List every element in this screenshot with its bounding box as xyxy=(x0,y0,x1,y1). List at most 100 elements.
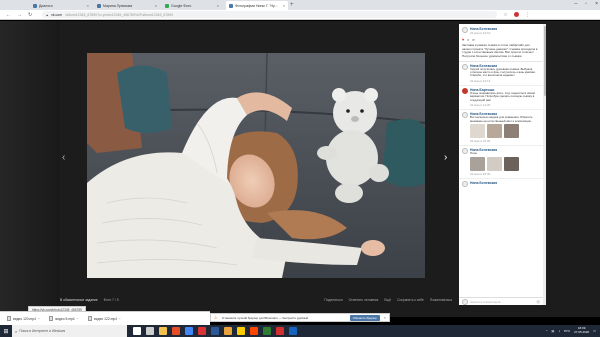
comment-attachments xyxy=(470,156,540,171)
taskbar-app-icon[interactable] xyxy=(185,327,193,335)
comment-input-placeholder[interactable]: Написать комментарий... xyxy=(470,300,535,304)
panel-scrollbar[interactable] xyxy=(543,24,546,305)
back-icon[interactable]: ← xyxy=(6,12,11,18)
taskbar-app-icon[interactable] xyxy=(250,327,258,335)
chevron-up-icon[interactable]: ^ xyxy=(77,317,78,321)
forward-icon[interactable]: → xyxy=(17,12,22,18)
post-header: Нина Белевская 22 мая в 13:10 xyxy=(459,24,543,37)
comment-time: 22 мая в 15:02 xyxy=(470,139,491,144)
tab-close-icon[interactable]: × xyxy=(87,3,89,8)
attachment-thumbnail[interactable] xyxy=(470,156,485,171)
tab-favicon-icon xyxy=(165,3,169,8)
comment-text: Позы xyxy=(470,151,477,156)
new-tab-icon[interactable]: + xyxy=(290,2,294,8)
next-photo-icon[interactable]: › xyxy=(444,152,447,163)
download-item[interactable]: видео 122.mp4 ^ xyxy=(85,315,123,322)
heart-icon[interactable]: ♥ xyxy=(462,37,464,42)
close-icon[interactable]: × xyxy=(384,315,386,320)
comment: Нина Белевская Позы 22 мая в 15:30 xyxy=(459,146,543,179)
browser-tab[interactable]: Марина Лунихова × xyxy=(94,1,160,10)
start-button[interactable]: ⊞ xyxy=(0,325,12,337)
taskbar-app-icon[interactable] xyxy=(263,327,271,335)
avatar[interactable] xyxy=(462,112,468,119)
avatar[interactable] xyxy=(462,63,468,70)
taskbar-app-icon[interactable] xyxy=(224,327,232,335)
taskbar-app-icon[interactable] xyxy=(159,327,167,335)
attachment-thumbnail[interactable] xyxy=(504,124,519,139)
browser-tab[interactable]: Диалоги × xyxy=(30,1,92,10)
taskbar-app-icon[interactable] xyxy=(172,327,180,335)
download-item[interactable]: видео 5.mp4 ^ xyxy=(46,315,81,322)
language-indicator[interactable]: РУС xyxy=(564,329,570,333)
close-icon[interactable]: × xyxy=(595,1,598,7)
clock-date: 27.05.2020 xyxy=(574,330,590,334)
tab-close-icon[interactable]: × xyxy=(283,3,285,8)
attachment-thumbnail[interactable] xyxy=(470,124,485,139)
download-item[interactable]: видео 120.mp4 ^ xyxy=(4,315,42,322)
tag-person-link[interactable]: Отметить человека xyxy=(349,298,379,302)
photo-counter: Фото 7 / 9 xyxy=(103,298,119,302)
comment-author[interactable]: Нина Белевская xyxy=(470,181,540,185)
attachment-thumbnail[interactable] xyxy=(504,156,519,171)
taskbar-search[interactable]: ⌕ Поиск в Интернете и Windows xyxy=(12,325,127,337)
previous-photo-icon[interactable]: ‹ xyxy=(62,152,65,163)
search-icon: ⌕ xyxy=(15,328,18,334)
network-icon[interactable]: ▤ xyxy=(551,329,554,333)
browser-toolbar: ← → ↻ 🔒︎ vk.com /album12345_67890?z=phot… xyxy=(0,10,600,20)
comment: Нина Белевская xyxy=(459,179,543,189)
photo-image[interactable] xyxy=(87,53,425,278)
comment-input[interactable]: Написать комментарий... ◎ xyxy=(459,297,543,305)
clock[interactable]: 18:09 27.05.2020 xyxy=(574,327,589,334)
address-bar[interactable]: 🔒︎ vk.com /album12345_67890?z=photo12345… xyxy=(42,11,498,18)
maximize-icon[interactable]: ▫ xyxy=(585,1,587,7)
update-browser-button[interactable]: Обновить браузер xyxy=(349,314,380,321)
album-label[interactable]: В обязательное задание xyxy=(60,298,98,302)
extension-icon[interactable] xyxy=(513,12,519,17)
avatar[interactable] xyxy=(462,180,468,187)
comment: Нина Белевская Сергей получилась душевна… xyxy=(459,62,543,86)
chevron-up-icon[interactable]: ^ xyxy=(119,317,120,321)
bookmark-star-icon[interactable]: ☆ xyxy=(503,12,507,18)
avatar[interactable] xyxy=(462,27,468,33)
more-link[interactable]: Ещё xyxy=(384,298,391,302)
photo-illustration xyxy=(87,53,425,278)
url-host: vk.com xyxy=(51,12,63,17)
chevron-up-icon[interactable]: ^ xyxy=(546,329,547,333)
tab-close-icon[interactable]: × xyxy=(217,3,219,8)
like-count: 6 xyxy=(467,37,470,42)
chevron-up-icon[interactable]: ^ xyxy=(38,317,39,321)
share-icon[interactable]: ➦ xyxy=(472,38,475,42)
share-link[interactable]: Поделиться xyxy=(324,298,342,302)
taskbar-app-icon[interactable] xyxy=(276,327,284,335)
report-link[interactable]: Пожаловаться xyxy=(430,298,452,302)
avatar[interactable] xyxy=(462,87,468,94)
taskbar-app-icon[interactable] xyxy=(237,327,245,335)
taskbar-app-icon[interactable] xyxy=(198,327,206,335)
browser-tab-active[interactable]: Фотографии Нины Г. "Нужна..." × xyxy=(226,1,288,10)
save-link[interactable]: Сохранить к себе xyxy=(397,298,424,302)
camera-icon[interactable]: ◎ xyxy=(537,299,541,304)
browser-menu-icon[interactable]: ⋮ xyxy=(525,12,530,18)
minimize-icon[interactable]: – xyxy=(575,1,578,7)
reload-icon[interactable]: ↻ xyxy=(28,12,32,18)
volume-icon[interactable]: ◖ xyxy=(558,329,560,333)
taskbar-apps xyxy=(133,327,297,335)
taskbar-app-icon[interactable] xyxy=(133,327,141,335)
post-time: 22 мая в 13:10 xyxy=(470,31,491,35)
attachment-thumbnail[interactable] xyxy=(487,156,502,171)
comment-text: Очень понравились фото, хочу поделиться … xyxy=(470,90,535,102)
notification-message: Установите лучший браузер для ВКонтакте … xyxy=(221,315,309,320)
tab-title: Фотографии Нины Г. "Нужна..." xyxy=(235,3,281,8)
comment-text: Сергей получилась душевная съёмка. Выбра… xyxy=(470,66,536,78)
taskbar-app-icon[interactable] xyxy=(211,327,219,335)
comment-text: Вот несколько кадров для сравнения. Обра… xyxy=(470,115,533,123)
taskbar-app-icon[interactable] xyxy=(289,327,297,335)
browser-tab[interactable]: Google Фото × xyxy=(162,1,222,10)
avatar[interactable] xyxy=(462,148,468,155)
notifications-icon[interactable]: ▭ xyxy=(593,329,596,333)
warning-icon: ⚠ xyxy=(214,315,218,320)
file-icon xyxy=(49,316,54,321)
attachment-thumbnail[interactable] xyxy=(487,124,502,139)
taskbar-app-icon[interactable] xyxy=(146,327,154,335)
tab-close-icon[interactable]: × xyxy=(155,3,157,8)
